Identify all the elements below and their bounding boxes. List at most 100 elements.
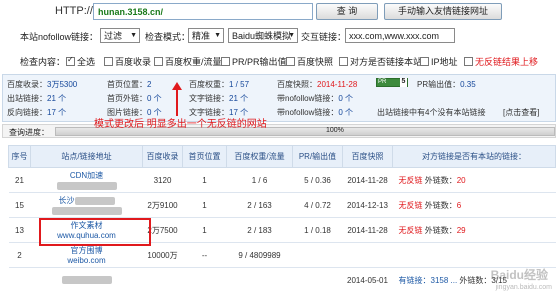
checkbox[interactable] xyxy=(221,57,230,66)
spider-select-value: Baidu蜘蛛模拟 xyxy=(232,31,292,41)
progress-row: 查询进度： 100% xyxy=(2,124,556,138)
checkbox[interactable] xyxy=(286,57,295,66)
check-pr[interactable]: PR/PR输出值 xyxy=(221,55,287,68)
result-status: 无反链 xyxy=(398,175,423,185)
row-weight: 9 / 4809989 xyxy=(226,242,293,268)
col-header: 对方链接是否有本站的链接： xyxy=(392,145,556,168)
url-bar-row: HTTP:// hunan.3158.cn/ 查 询 手动输入友情链接网址 xyxy=(0,3,558,21)
stat-value: 0 个 xyxy=(338,94,354,103)
checkbox[interactable] xyxy=(464,57,473,66)
col-header: 百度快照 xyxy=(342,145,393,168)
exchange-input[interactable]: xxx.com,www.xxx.com xyxy=(345,28,455,43)
annotation-text: 模式更改后 明显多出一个无反链的网站 xyxy=(94,119,267,130)
check-item-label: 全选 xyxy=(77,57,96,67)
pr-badge-label: PR xyxy=(378,79,387,85)
result-status: 无反链 xyxy=(398,200,423,210)
stat-label: 文字链接： xyxy=(189,94,229,103)
stat-label: 出站链接： xyxy=(7,94,47,103)
checkbox[interactable] xyxy=(104,57,113,66)
stat-value: 2014-11-28 xyxy=(317,80,358,89)
blurred-name xyxy=(61,276,112,285)
outlink-label: 外链数： xyxy=(424,200,457,210)
chevron-down-icon: ▼ xyxy=(214,32,221,39)
row-snapshot: 2014-05-01 xyxy=(342,267,393,291)
blurred-name xyxy=(74,196,115,205)
blurred-url xyxy=(51,206,122,215)
outlink-label: 外链数： xyxy=(424,175,457,185)
row-pr: 5 / 0.36 xyxy=(292,167,343,193)
outlink-count: 6 xyxy=(456,200,462,210)
col-header: 首页位置 xyxy=(182,145,227,168)
table-row: 21 CDN加速 3120 1 1 / 6 5 / 0.36 2014-11-2… xyxy=(8,167,556,193)
http-label: HTTP:// xyxy=(55,5,93,17)
col-header: 序号 xyxy=(8,145,31,168)
site-name[interactable]: CDN加速 xyxy=(70,171,103,180)
row-no: 21 xyxy=(8,167,31,193)
row-snapshot: 2014-11-28 xyxy=(342,167,393,193)
row-no: 15 xyxy=(8,192,31,218)
row-snapshot: 2014-11-28 xyxy=(342,217,393,243)
checkbox[interactable] xyxy=(66,55,75,66)
check-ip[interactable]: IP地址 xyxy=(420,55,458,68)
row-weight: 2 / 183 xyxy=(226,217,293,243)
outlink-count: 29 xyxy=(456,225,466,235)
row-no: 2 xyxy=(8,242,31,268)
row-index: 10000万 xyxy=(142,242,183,268)
options-row: 本站nofollow链接： 过滤 ▼ 检查模式： 精准 ▼ Baidu蜘蛛模拟 … xyxy=(0,28,558,45)
blurred-url xyxy=(56,181,117,190)
stat-label: 首页位置： xyxy=(107,80,147,89)
nofollow-select-value: 过滤 xyxy=(104,31,123,41)
watermark: Baidu经验 xyxy=(490,268,548,282)
row-site[interactable]: 长沙 xyxy=(30,192,143,218)
view-link[interactable]: [点击查看] xyxy=(503,107,539,118)
annotation-arrow-line xyxy=(176,88,178,116)
row-result: 无反链 外链数：6 xyxy=(392,192,556,218)
row-index: 2万9100 xyxy=(142,192,183,218)
stat-label: 带nofollow链接： xyxy=(277,108,339,117)
mode-label: 检查模式： xyxy=(145,32,191,42)
url-input[interactable]: hunan.3158.cn/ xyxy=(93,3,313,20)
check-item-label: PR/PR输出值 xyxy=(232,57,287,67)
stat-value: 3万5300 xyxy=(47,80,78,89)
chevron-down-icon: ▼ xyxy=(288,32,295,39)
site-name[interactable]: 长沙 xyxy=(59,196,75,205)
row-site[interactable]: CDN加速 xyxy=(30,167,143,193)
nofollow-label: 本站nofollow链接： xyxy=(20,32,99,42)
check-no-backlink-top[interactable]: 无反链结果上移 xyxy=(464,55,538,68)
no-link-note: 出站链接中有4个没有本站链接 xyxy=(377,108,486,117)
checkbox[interactable] xyxy=(339,57,348,66)
table-row: 2014-05-01 有链接：3158 ... 外链数：3/15 xyxy=(8,267,556,291)
row-pr xyxy=(292,267,343,291)
nofollow-select[interactable]: 过滤 ▼ xyxy=(100,28,140,43)
mode-select[interactable]: 精准 ▼ xyxy=(188,28,224,43)
row-pos: 1 xyxy=(182,217,227,243)
check-select-all[interactable]: 全选 xyxy=(66,55,95,68)
checkbox[interactable] xyxy=(154,57,163,66)
stat-value: 0 个 xyxy=(147,94,162,103)
check-snapshot[interactable]: 百度快照 xyxy=(286,55,333,68)
stat-value: 21 个 xyxy=(229,94,249,103)
row-site[interactable]: 官方围博 weibo.com xyxy=(30,242,143,268)
row-pr: 1 / 0.18 xyxy=(292,217,343,243)
row-result: 无反链 外链数：20 xyxy=(392,167,556,193)
result-status: 有链接：3158 ... xyxy=(398,275,458,285)
col-header: 百度权重/流量 xyxy=(226,145,293,168)
stat-value: 0 个 xyxy=(338,108,354,117)
site-url[interactable]: weibo.com xyxy=(67,256,105,265)
row-pos xyxy=(182,267,227,291)
mode-select-value: 精准 xyxy=(192,31,211,41)
check-baidu-index[interactable]: 百度收录 xyxy=(104,55,151,68)
check-item-label: 无反链结果上移 xyxy=(475,57,539,67)
checkbox[interactable] xyxy=(420,57,429,66)
check-backlink[interactable]: 对方是否链接本站 xyxy=(339,55,422,68)
query-button[interactable]: 查 询 xyxy=(316,3,378,20)
pr-badge: PR 5 xyxy=(376,78,408,87)
table-row: 15 长沙 2万9100 1 2 / 163 4 / 0.72 2014-12-… xyxy=(8,192,556,218)
spider-select[interactable]: Baidu蜘蛛模拟 ▼ xyxy=(228,28,298,43)
table-header-row: 序号 站点/链接地址 百度收录 首页位置 百度权重/流量 PR/输出值 百度快照… xyxy=(8,145,556,168)
col-header: 站点/链接地址 xyxy=(30,145,143,168)
manual-input-button[interactable]: 手动输入友情链接网址 xyxy=(384,3,502,20)
check-baidu-weight[interactable]: 百度权重/流量 xyxy=(154,55,222,68)
table-row: 2 官方围博 weibo.com 10000万 -- 9 / 4809989 xyxy=(8,242,556,268)
site-name[interactable]: 官方围博 xyxy=(71,246,103,255)
